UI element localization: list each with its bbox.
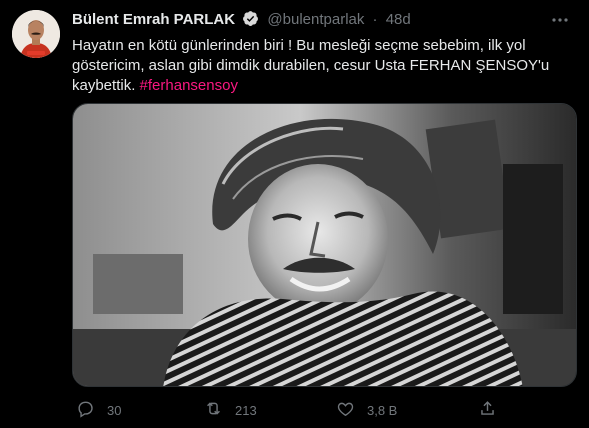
more-options-icon[interactable] (551, 12, 569, 28)
tweet-actions: 30 213 3,8 B (72, 398, 512, 422)
tweet-content: Bülent Emrah PARLAK @bulentparlak · 48d … (72, 10, 577, 96)
tweet-header: Bülent Emrah PARLAK @bulentparlak · 48d (72, 10, 577, 30)
reply-count: 30 (107, 402, 122, 418)
verified-badge-icon (242, 10, 259, 27)
hashtag-link[interactable]: #ferhansensoy (140, 77, 238, 94)
display-name[interactable]: Bülent Emrah PARLAK (72, 11, 235, 28)
share-button[interactable] (478, 398, 497, 422)
avatar-image (12, 10, 60, 58)
avatar[interactable] (12, 10, 60, 58)
like-count: 3,8 B (367, 402, 398, 418)
like-icon (336, 399, 355, 421)
retweet-button[interactable]: 213 (204, 398, 257, 422)
tweet-text-line: göstericim, aslan gibi dimdik durabilen,… (72, 57, 550, 74)
separator: · (372, 11, 378, 28)
retweet-count: 213 (235, 402, 257, 418)
share-icon (478, 399, 497, 421)
photo-image (73, 104, 576, 386)
timestamp[interactable]: 48d (386, 11, 411, 28)
handle[interactable]: @bulentparlak (267, 11, 364, 28)
tweet-text-line: kaybettik. (72, 77, 136, 94)
tweet-text: Hayatın en kötü günlerinden biri ! Bu me… (72, 36, 552, 96)
tweet-text-line: Hayatın en kötü günlerinden biri ! Bu me… (72, 37, 526, 54)
tweet[interactable]: Bülent Emrah PARLAK @bulentparlak · 48d … (0, 0, 589, 428)
reply-button[interactable]: 30 (76, 398, 121, 422)
tweet-photo[interactable] (72, 103, 577, 387)
reply-icon (76, 399, 95, 421)
like-button[interactable]: 3,8 B (336, 398, 397, 422)
retweet-icon (204, 399, 223, 421)
